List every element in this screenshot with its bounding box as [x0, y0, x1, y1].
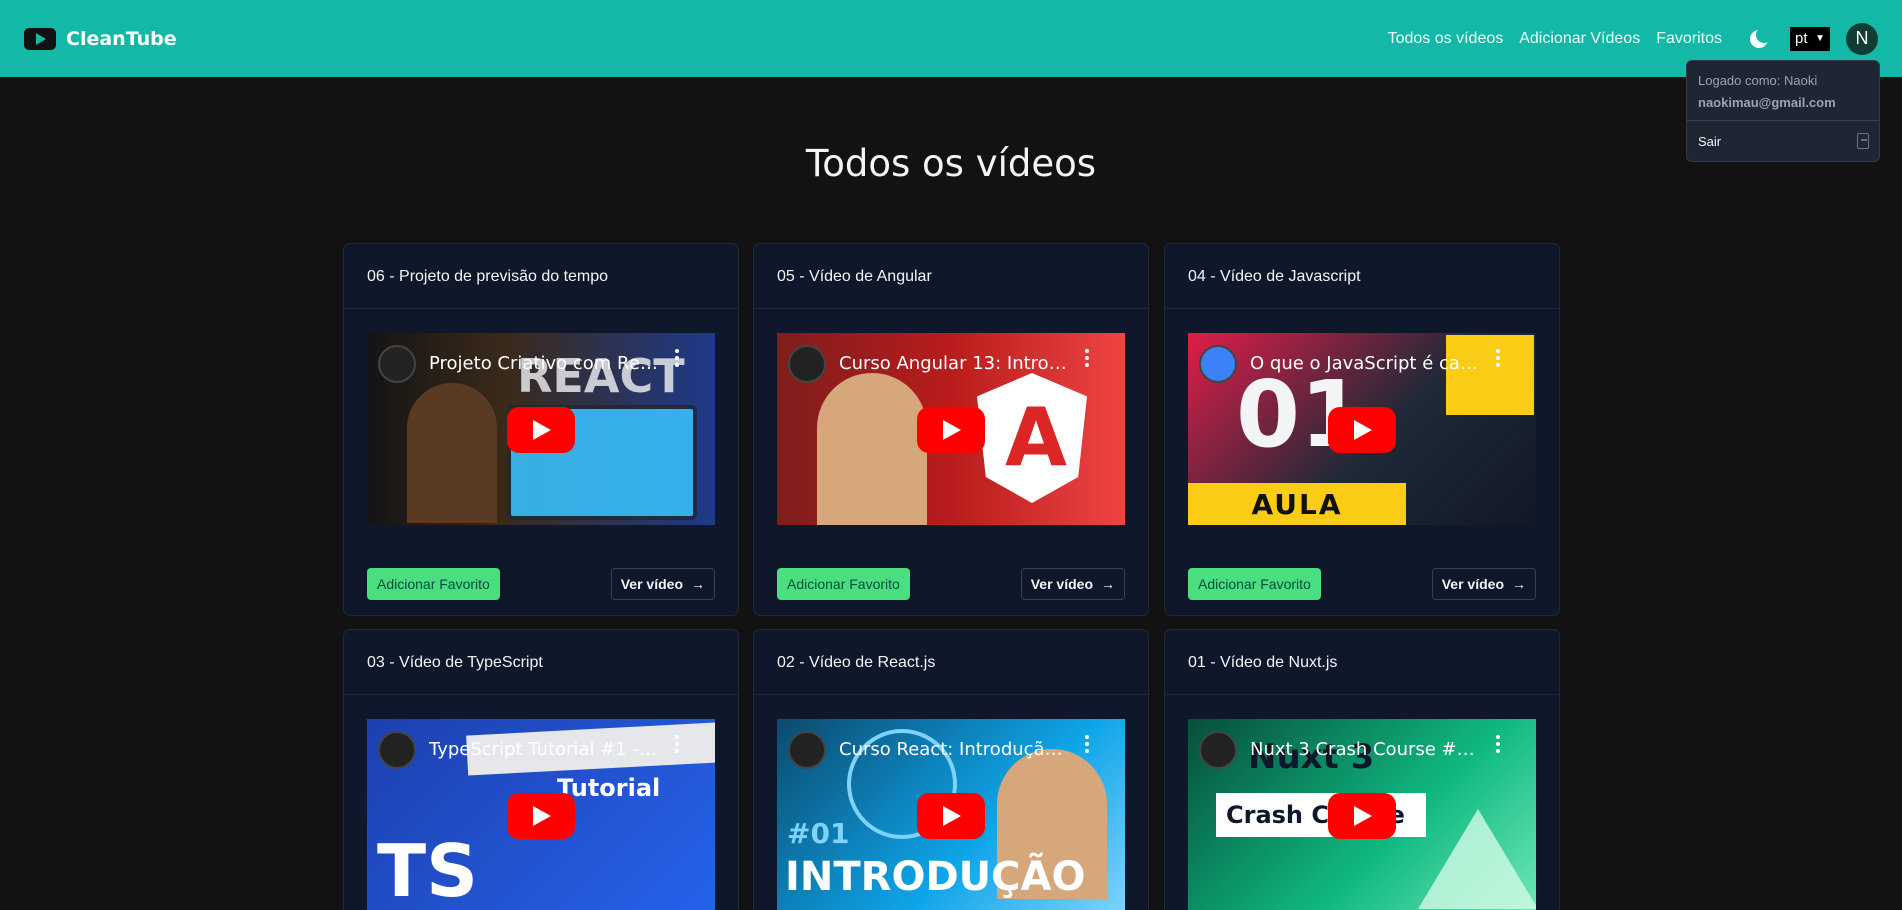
- video-card: 03 - Vídeo de TypeScript Tutorial TS Typ…: [343, 629, 739, 910]
- play-button-icon[interactable]: [1328, 793, 1396, 839]
- js-badge-graphic: [1446, 335, 1534, 415]
- video-card-title: 02 - Vídeo de React.js: [777, 654, 936, 671]
- user-email: naokimau@gmail.com: [1698, 95, 1836, 110]
- view-video-label: Ver vídeo: [1030, 576, 1093, 592]
- theme-toggle-button[interactable]: [1748, 26, 1772, 50]
- lesson-banner-text: AULA: [1251, 487, 1343, 521]
- more-options-icon[interactable]: [1496, 349, 1500, 367]
- embed-video-title[interactable]: Nuxt 3 Crash Course #1 - ...: [1250, 739, 1480, 760]
- moon-icon: [1750, 26, 1772, 48]
- video-card: 01 - Vídeo de Nuxt.js Nuxt 3 Crash Cours…: [1164, 629, 1560, 910]
- nav-add-videos[interactable]: Adicionar Vídeos: [1519, 30, 1640, 48]
- play-button-icon[interactable]: [917, 793, 985, 839]
- card-divider: [1165, 308, 1559, 309]
- thumbnail-subtext: #01: [787, 817, 850, 850]
- video-embed[interactable]: Nuxt 3 Crash Course Nuxt 3 Crash Course …: [1188, 719, 1536, 910]
- more-options-icon[interactable]: [675, 735, 679, 753]
- nav-favorites[interactable]: Favoritos: [1656, 30, 1722, 48]
- language-value: pt: [1795, 30, 1808, 47]
- nuxt-logo-graphic: [1418, 809, 1536, 909]
- view-video-button[interactable]: Ver vídeo →: [610, 568, 715, 600]
- channel-avatar[interactable]: [378, 345, 416, 383]
- chevron-down-icon: ▼: [1815, 33, 1825, 44]
- brand-name: CleanTube: [66, 27, 177, 50]
- thumbnail-text: INTRODUÇÃO: [785, 854, 1086, 900]
- page-title: Todos os vídeos: [805, 142, 1097, 185]
- video-card-title: 01 - Vídeo de Nuxt.js: [1188, 654, 1338, 671]
- thumbnail-text: TS: [377, 829, 478, 910]
- video-card-title: 05 - Vídeo de Angular: [777, 268, 932, 285]
- user-avatar-button[interactable]: N: [1846, 22, 1878, 55]
- card-divider: [1165, 694, 1559, 695]
- channel-avatar[interactable]: [378, 731, 416, 769]
- video-embed[interactable]: REACT Projeto Criativo com React...: [367, 333, 715, 525]
- embed-video-title[interactable]: Curso React: Introdução - ...: [839, 739, 1069, 760]
- nav-all-videos[interactable]: Todos os vídeos: [1388, 30, 1504, 48]
- more-options-icon[interactable]: [675, 349, 679, 367]
- channel-avatar[interactable]: [1199, 731, 1237, 769]
- dropdown-divider: [1687, 120, 1879, 121]
- play-button-icon[interactable]: [507, 407, 575, 453]
- embed-video-title[interactable]: TypeScript Tutorial #1 - Int...: [429, 739, 659, 760]
- language-select[interactable]: pt ▼: [1790, 26, 1830, 51]
- embed-video-title[interactable]: Curso Angular 13: Introdu...: [839, 353, 1069, 374]
- video-card: 04 - Vídeo de Javascript 01 AULA O que o…: [1164, 243, 1560, 616]
- card-divider: [344, 308, 738, 309]
- presenter-figure: [817, 373, 927, 525]
- view-video-button[interactable]: Ver vídeo →: [1020, 568, 1125, 600]
- embed-video-title[interactable]: Projeto Criativo com React...: [429, 353, 659, 374]
- embed-video-title[interactable]: O que o JavaScript é capa...: [1250, 353, 1480, 374]
- video-embed[interactable]: Tutorial TS TypeScript Tutorial #1 - Int…: [367, 719, 715, 910]
- more-options-icon[interactable]: [1085, 735, 1089, 753]
- presenter-figure: [407, 383, 497, 523]
- card-divider: [344, 694, 738, 695]
- card-divider: [754, 694, 1148, 695]
- avatar-initial: N: [1855, 28, 1869, 48]
- arrow-right-icon: →: [1512, 576, 1526, 592]
- channel-avatar[interactable]: [788, 345, 826, 383]
- video-card-title: 04 - Vídeo de Javascript: [1188, 268, 1361, 285]
- video-embed[interactable]: A Curso Angular 13: Introdu...: [777, 333, 1125, 525]
- play-button-icon[interactable]: [1328, 407, 1396, 453]
- youtube-play-icon: [24, 27, 56, 50]
- add-favorite-button[interactable]: Adicionar Favorito: [1188, 568, 1321, 600]
- more-options-icon[interactable]: [1085, 349, 1089, 367]
- video-embed[interactable]: 01 AULA O que o JavaScript é capa...: [1188, 333, 1536, 525]
- arrow-right-icon: →: [1101, 576, 1115, 592]
- thumbnail-text: A: [1005, 391, 1067, 484]
- video-card-title: 03 - Vídeo de TypeScript: [367, 654, 543, 671]
- video-card-title: 06 - Projeto de previsão do tempo: [367, 268, 609, 285]
- add-favorite-button[interactable]: Adicionar Favorito: [777, 568, 910, 600]
- more-options-icon[interactable]: [1496, 735, 1500, 753]
- video-card: 06 - Projeto de previsão do tempo REACT …: [343, 243, 739, 616]
- view-video-button[interactable]: Ver vídeo →: [1431, 568, 1536, 600]
- channel-avatar[interactable]: [1199, 345, 1237, 383]
- brand-logo-link[interactable]: CleanTube: [24, 27, 177, 50]
- add-favorite-button[interactable]: Adicionar Favorito: [367, 568, 500, 600]
- video-embed[interactable]: #01 INTRODUÇÃO Curso React: Introdução -…: [777, 719, 1125, 910]
- lesson-banner: AULA: [1188, 483, 1406, 525]
- video-card: 05 - Vídeo de Angular A Curso Angular 13…: [753, 243, 1149, 616]
- logged-in-label: Logado como: Naoki: [1698, 73, 1818, 88]
- arrow-right-icon: →: [691, 576, 705, 592]
- channel-avatar[interactable]: [788, 731, 826, 769]
- play-button-icon[interactable]: [917, 407, 985, 453]
- video-card: 02 - Vídeo de React.js #01 INTRODUÇÃO Cu…: [753, 629, 1149, 910]
- view-video-label: Ver vídeo: [1441, 576, 1504, 592]
- top-navbar: CleanTube Todos os vídeos Adicionar Víde…: [0, 0, 1902, 77]
- card-divider: [754, 308, 1148, 309]
- view-video-label: Ver vídeo: [620, 576, 683, 592]
- play-button-icon[interactable]: [507, 793, 575, 839]
